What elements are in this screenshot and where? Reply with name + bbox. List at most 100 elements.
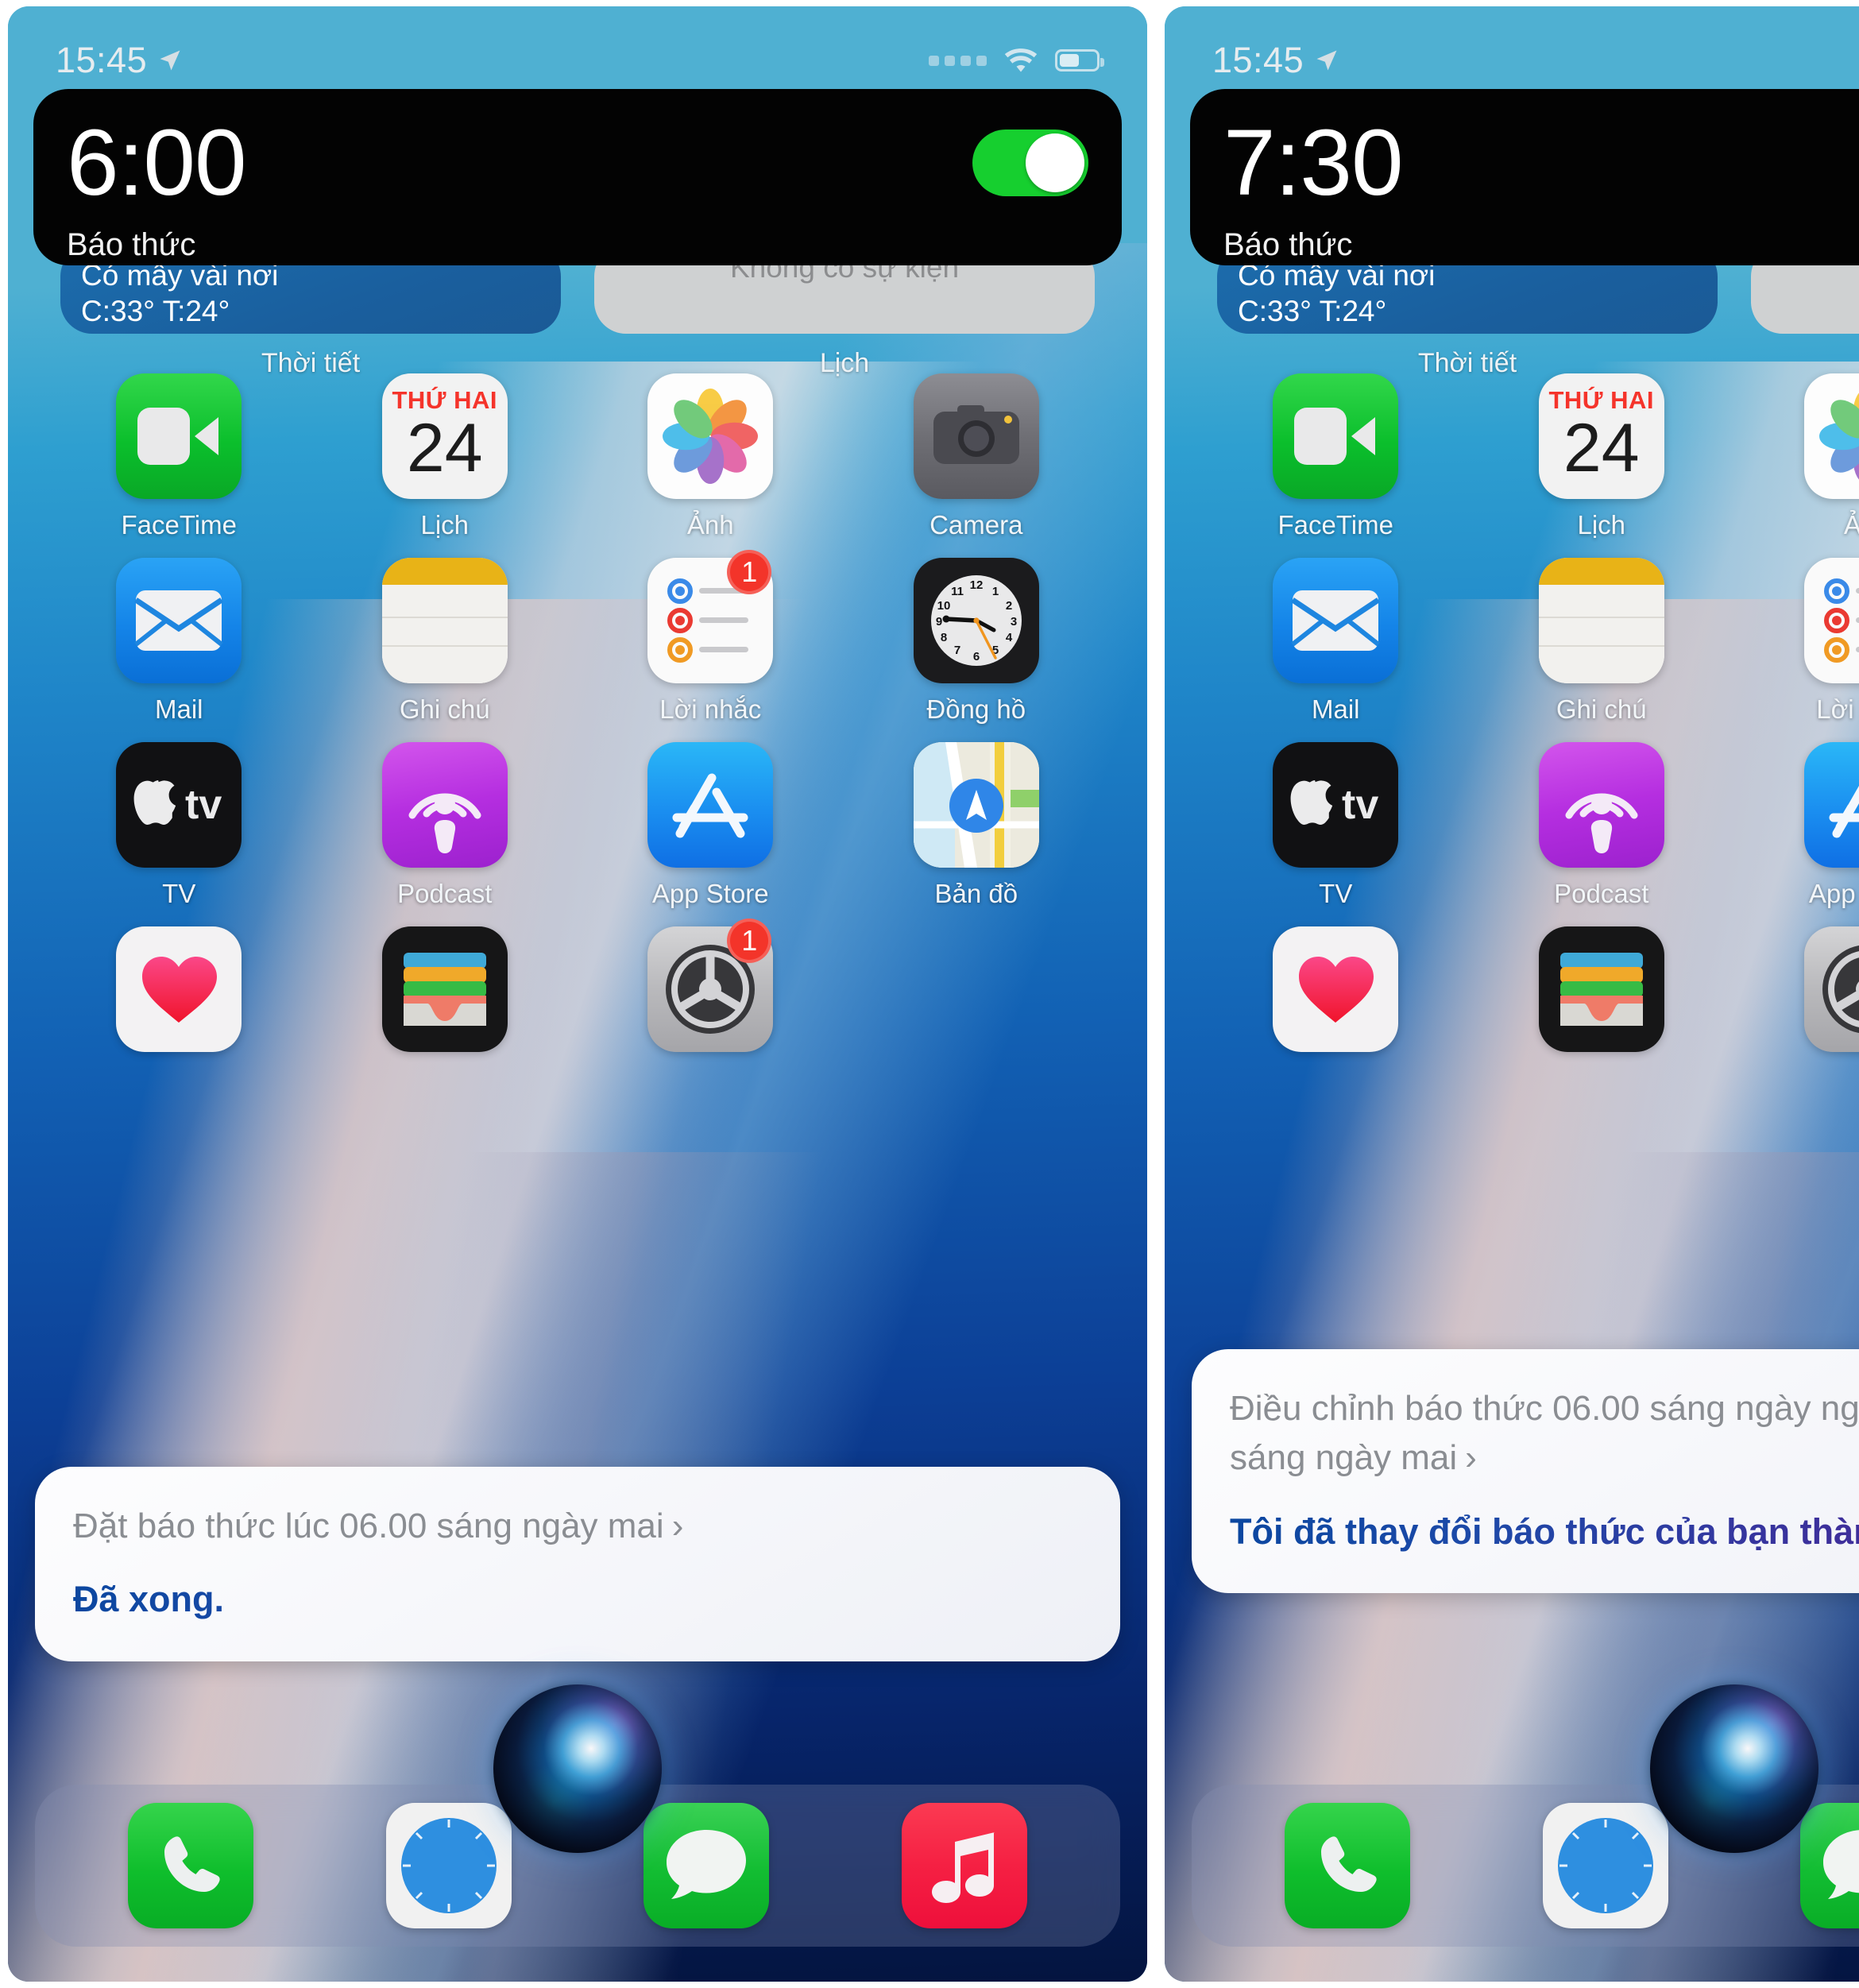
camera-icon[interactable] <box>913 373 1039 499</box>
notes-icon[interactable] <box>381 558 508 683</box>
app-podcasts[interactable]: Podcast <box>1469 742 1735 909</box>
phone-icon[interactable] <box>1285 1803 1411 1928</box>
app-label: Đồng hồ <box>926 694 1026 724</box>
phone-icon[interactable] <box>128 1803 254 1928</box>
app-reminders[interactable]: 1 Lời nhắc <box>1734 558 1859 725</box>
calendar-icon[interactable]: THỨ HAI 24 <box>1538 373 1664 499</box>
siri-orb-icon[interactable] <box>493 1684 662 1853</box>
svg-text:9: 9 <box>936 615 942 629</box>
app-store-icon[interactable] <box>647 742 774 868</box>
mail-icon[interactable] <box>116 558 242 683</box>
app-settings[interactable]: 1 <box>578 919 844 1063</box>
podcasts-icon[interactable] <box>381 742 508 868</box>
calendar-icon-day: 24 <box>1563 410 1640 486</box>
status-bar-clock: 15:45 <box>56 40 148 80</box>
safari-icon[interactable] <box>1542 1803 1668 1928</box>
app-tv[interactable]: tv TV <box>1203 742 1469 909</box>
app-label: FaceTime <box>121 510 237 540</box>
podcasts-icon[interactable] <box>1538 742 1664 868</box>
facetime-icon[interactable] <box>116 373 242 499</box>
calendar-icon[interactable]: THỨ HAI 24 <box>381 373 508 499</box>
mail-icon[interactable] <box>1273 558 1399 683</box>
siri-response-card[interactable]: Đặt báo thức lúc 06.00 sáng ngày mai › Đã… <box>35 1467 1120 1661</box>
app-notes[interactable]: Ghi chú <box>312 558 578 725</box>
app-health[interactable] <box>46 926 312 1063</box>
app-photos[interactable]: Ảnh <box>578 373 844 540</box>
tv-icon[interactable]: tv <box>1273 742 1399 868</box>
wallet-icon[interactable] <box>381 926 508 1052</box>
phone-screen-left: 15:45 Có mây vài nơi C:33° T:24° Thời ti… <box>8 6 1147 1982</box>
wifi-icon <box>1004 48 1038 72</box>
status-bar-left: 15:45 <box>1212 40 1339 81</box>
maps-icon[interactable] <box>913 742 1039 868</box>
status-bar-right <box>929 48 1104 73</box>
chevron-right-icon[interactable]: › <box>672 1502 684 1551</box>
calendar-icon-day: 24 <box>406 410 483 486</box>
svg-text:11: 11 <box>951 585 964 598</box>
app-label: Lời nhắc <box>1816 694 1859 724</box>
music-icon[interactable] <box>901 1803 1027 1928</box>
app-calendar[interactable]: THỨ HAI 24 Lịch <box>312 373 578 540</box>
app-camera[interactable]: Camera <box>844 373 1110 540</box>
app-tv[interactable]: tv TV <box>46 742 312 909</box>
app-mail[interactable]: Mail <box>1203 558 1469 725</box>
app-wallet[interactable] <box>312 926 578 1063</box>
safari-icon[interactable] <box>385 1803 512 1928</box>
app-mail[interactable]: Mail <box>46 558 312 725</box>
app-label: App Store <box>1808 879 1859 908</box>
weather-widget-label: Thời tiết <box>261 348 361 378</box>
siri-orb-icon[interactable] <box>1650 1684 1818 1853</box>
app-label: App Store <box>651 879 769 908</box>
screenshot-stage: 15:45 Có mây vài nơi C:33° T:24° Thời ti… <box>0 0 1859 1988</box>
app-clock[interactable]: 12 1 2 3 4 5 6 7 8 9 10 11 Đồng hồ <box>844 558 1110 725</box>
messages-icon[interactable] <box>644 1803 770 1928</box>
reminders-icon[interactable] <box>1804 558 1859 683</box>
health-icon[interactable] <box>1273 926 1399 1052</box>
svg-text:10: 10 <box>937 599 950 613</box>
app-settings[interactable]: 1 <box>1734 926 1859 1063</box>
photos-icon[interactable] <box>1804 373 1859 499</box>
app-notes[interactable]: Ghi chú <box>1469 558 1735 725</box>
app-label: Lịch <box>1577 510 1626 540</box>
health-icon[interactable] <box>116 926 242 1052</box>
app-label: Camera <box>930 510 1023 540</box>
settings-icon[interactable] <box>1804 926 1859 1052</box>
alarm-toggle[interactable] <box>972 129 1088 196</box>
app-label: TV <box>162 879 196 908</box>
app-label: FaceTime <box>1277 510 1393 540</box>
app-facetime[interactable]: FaceTime <box>46 373 312 540</box>
siri-request-text[interactable]: Đặt báo thức lúc 06.00 sáng ngày mai › <box>73 1502 1082 1551</box>
app-grid: FaceTime THỨ HAI 24 Lịch <box>46 373 1109 1063</box>
siri-request-text[interactable]: Điều chỉnh báo thức 06.00 sáng ngày ngày… <box>1230 1384 1859 1483</box>
reminders-badge: 1 <box>727 550 772 594</box>
weather-temperatures: C:33° T:24° <box>1238 295 1387 328</box>
photos-icon[interactable] <box>647 373 774 499</box>
messages-icon[interactable] <box>1800 1803 1859 1928</box>
app-app-store[interactable]: App Store <box>1734 742 1859 909</box>
app-reminders[interactable]: 1 Lời nhắc <box>578 550 844 725</box>
app-facetime[interactable]: FaceTime <box>1203 373 1469 540</box>
svg-text:8: 8 <box>941 631 947 644</box>
weather-widget-label: Thời tiết <box>1417 348 1517 378</box>
clock-icon[interactable]: 12 1 2 3 4 5 6 7 8 9 10 11 <box>913 558 1039 683</box>
app-app-store[interactable]: App Store <box>578 742 844 909</box>
app-grid: FaceTime THỨ HAI 24 Lịch <box>1203 373 1859 1063</box>
app-photos[interactable]: Ảnh <box>1734 373 1859 540</box>
notes-icon[interactable] <box>1538 558 1664 683</box>
status-bar-clock: 15:45 <box>1212 40 1304 80</box>
app-calendar[interactable]: THỨ HAI 24 Lịch <box>1469 373 1735 540</box>
chevron-right-icon[interactable]: › <box>1465 1433 1477 1483</box>
facetime-icon[interactable] <box>1273 373 1399 499</box>
alarm-notification-banner[interactable]: 7:30 Báo thức <box>1190 89 1859 265</box>
alarm-notification-banner[interactable]: 6:00 Báo thức <box>33 89 1122 265</box>
wallet-icon[interactable] <box>1538 926 1664 1052</box>
app-wallet[interactable] <box>1469 926 1735 1063</box>
app-maps[interactable]: Bản đồ <box>844 742 1110 909</box>
tv-icon[interactable]: tv <box>116 742 242 868</box>
app-label: Mail <box>1311 694 1360 724</box>
app-podcasts[interactable]: Podcast <box>312 742 578 909</box>
app-store-icon[interactable] <box>1804 742 1859 868</box>
svg-text:7: 7 <box>954 644 960 657</box>
app-health[interactable] <box>1203 926 1469 1063</box>
siri-response-card[interactable]: Điều chỉnh báo thức 06.00 sáng ngày ngày… <box>1192 1349 1859 1594</box>
